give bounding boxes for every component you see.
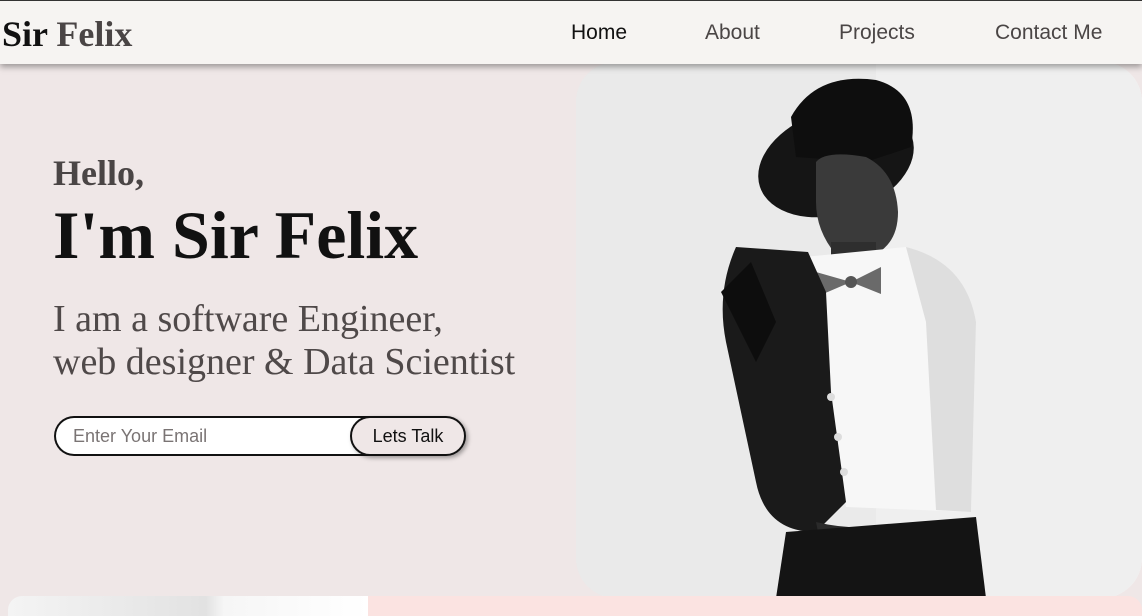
hero-tagline-line-2: web designer & Data Scientist — [53, 341, 516, 383]
portrait-illustration — [576, 62, 1142, 598]
email-input[interactable] — [54, 416, 384, 456]
nav-link-projects[interactable]: Projects — [839, 21, 915, 45]
navbar: Sir Felix Home About Projects Contact Me — [0, 0, 1142, 64]
hero-tagline: I am a software Engineer, web designer &… — [53, 298, 515, 384]
nav-link-contact[interactable]: Contact Me — [995, 21, 1102, 45]
hero-headline: I'm Sir Felix — [53, 197, 419, 273]
nav-link-home[interactable]: Home — [571, 21, 627, 45]
next-section-card-left — [8, 596, 368, 616]
nav-link-about[interactable]: About — [705, 21, 760, 45]
hero-greeting: Hello, — [53, 153, 144, 193]
next-section-card-right — [368, 596, 1142, 616]
profile-photo — [576, 62, 1142, 598]
logo-first-word: Sir — [2, 14, 48, 54]
hero-tagline-line-1: I am a software Engineer, — [53, 298, 443, 340]
email-signup-form: Lets Talk — [54, 416, 466, 456]
logo-second-word: Felix — [56, 14, 133, 54]
site-logo[interactable]: Sir Felix — [2, 13, 132, 55]
lets-talk-button[interactable]: Lets Talk — [350, 416, 466, 456]
